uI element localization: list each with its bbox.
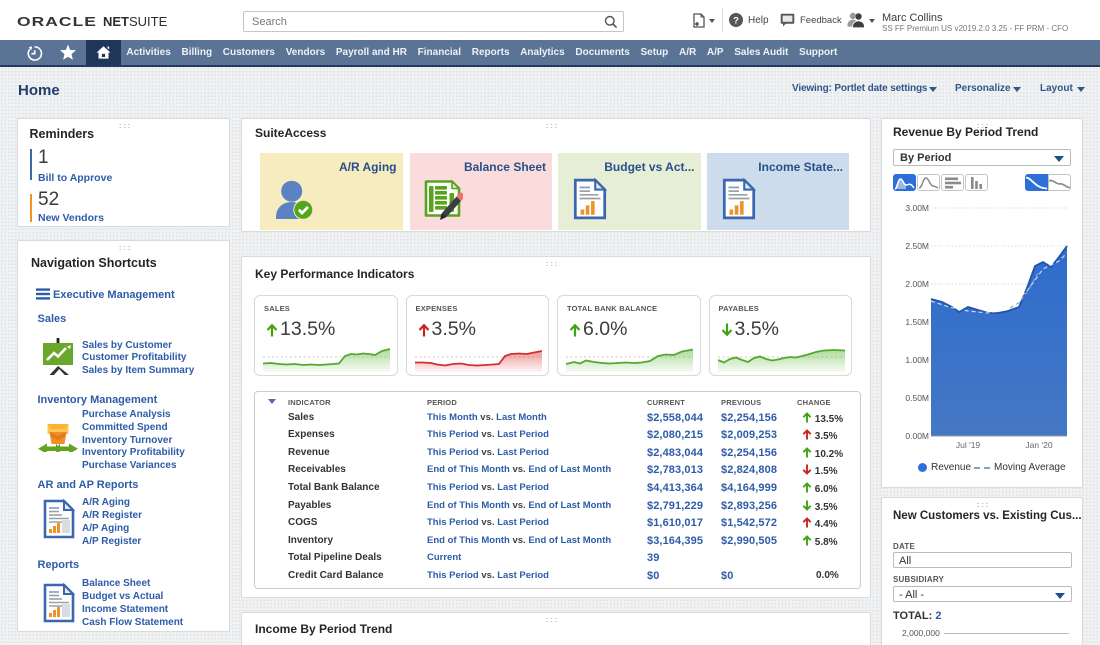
svg-text:1.00M: 1.00M [905, 355, 929, 365]
svg-text:Jan '20: Jan '20 [1025, 440, 1052, 448]
svg-text:0.00M: 0.00M [905, 431, 929, 441]
svg-text:?: ? [733, 15, 739, 26]
svg-text:3.00M: 3.00M [905, 203, 929, 213]
svg-text:1.50M: 1.50M [905, 317, 929, 327]
svg-text:0.50M: 0.50M [905, 393, 929, 403]
svg-text:2.50M: 2.50M [905, 241, 929, 251]
svg-text:Jul '19: Jul '19 [956, 440, 981, 448]
svg-text:2.00M: 2.00M [905, 279, 929, 289]
